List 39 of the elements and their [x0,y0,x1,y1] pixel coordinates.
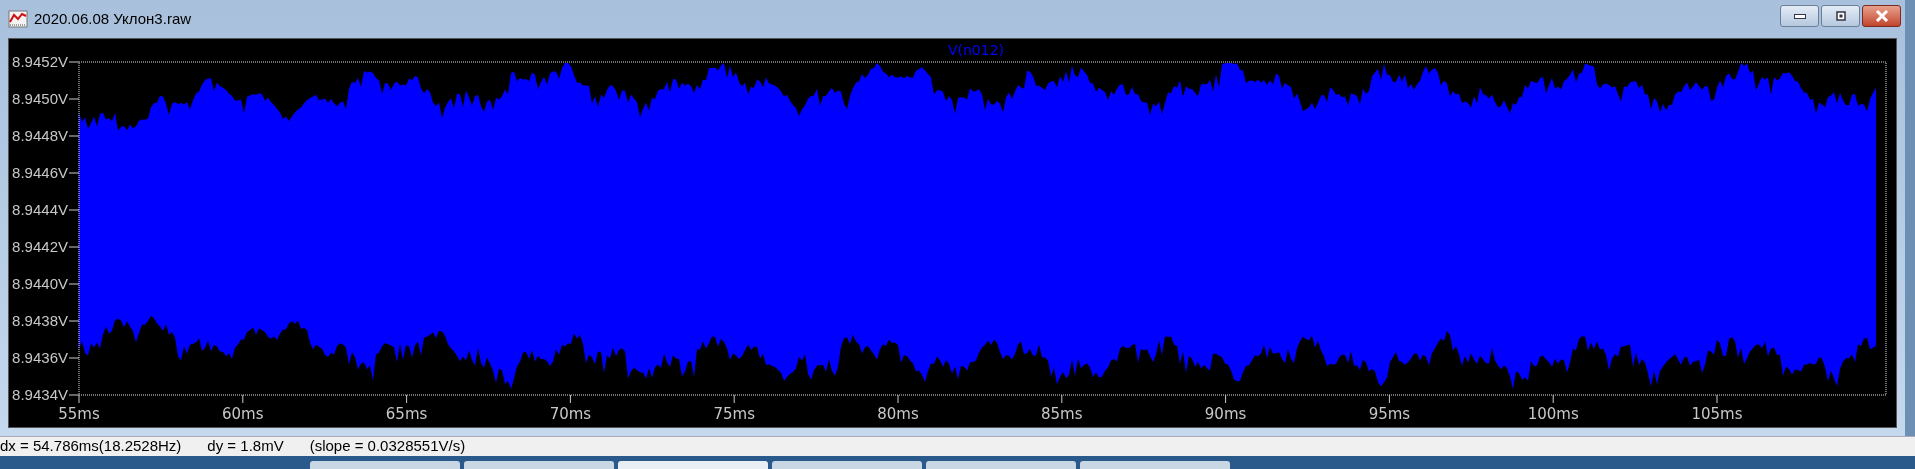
y-axis-label: 8.9442V [12,238,68,255]
close-button[interactable] [1862,5,1901,27]
x-axis-label: 80ms [877,405,919,423]
x-axis-label: 95ms [1368,405,1411,423]
taskbar-button[interactable] [618,461,768,469]
minimize-button[interactable] [1780,5,1819,27]
status-text: (slope = 0.0328551V/s) [309,436,466,457]
taskbar-button[interactable] [926,461,1076,469]
taskbar-button[interactable] [464,461,614,469]
status-text: dy = 1.8mV [207,436,284,457]
x-axis-label: 70ms [549,405,592,423]
minimize-icon [1793,13,1806,19]
y-axis-label: 8.9438V [12,312,68,329]
x-axis-label: 85ms [1041,405,1083,423]
y-axis-label: 8.9440V [12,275,68,292]
chart-icon [8,10,28,28]
x-axis-label: 105ms [1691,405,1743,423]
y-axis-label: 8.9450V [12,90,68,107]
trace-label: V(n012) [947,42,1005,58]
x-axis-label: 60ms [222,405,264,423]
status-text: dx = 54.786ms(18.2528Hz) [0,436,182,457]
x-axis-label: 90ms [1204,405,1247,423]
y-axis-label: 8.9434V [12,386,68,403]
y-axis-label: 8.9444V [12,201,68,218]
y-axis-label: 8.9452V [12,53,68,70]
y-axis-label: 8.9448V [12,127,68,144]
taskbar-button[interactable] [772,461,922,469]
maximize-button[interactable] [1821,5,1860,27]
y-axis-label: 8.9436V [12,349,68,366]
x-axis-label: 55ms [58,405,100,423]
taskbar-button[interactable] [1080,461,1230,469]
window-title: 2020.06.08 Уклон3.raw [34,8,192,29]
y-axis-label: 8.9446V [12,164,68,181]
restore-icon [1835,11,1846,21]
x-axis-label: 65ms [385,405,428,423]
x-axis-label: 100ms [1527,405,1579,423]
x-axis-label: 75ms [713,405,755,423]
close-icon [1874,10,1889,22]
taskbar-button[interactable] [310,461,460,469]
